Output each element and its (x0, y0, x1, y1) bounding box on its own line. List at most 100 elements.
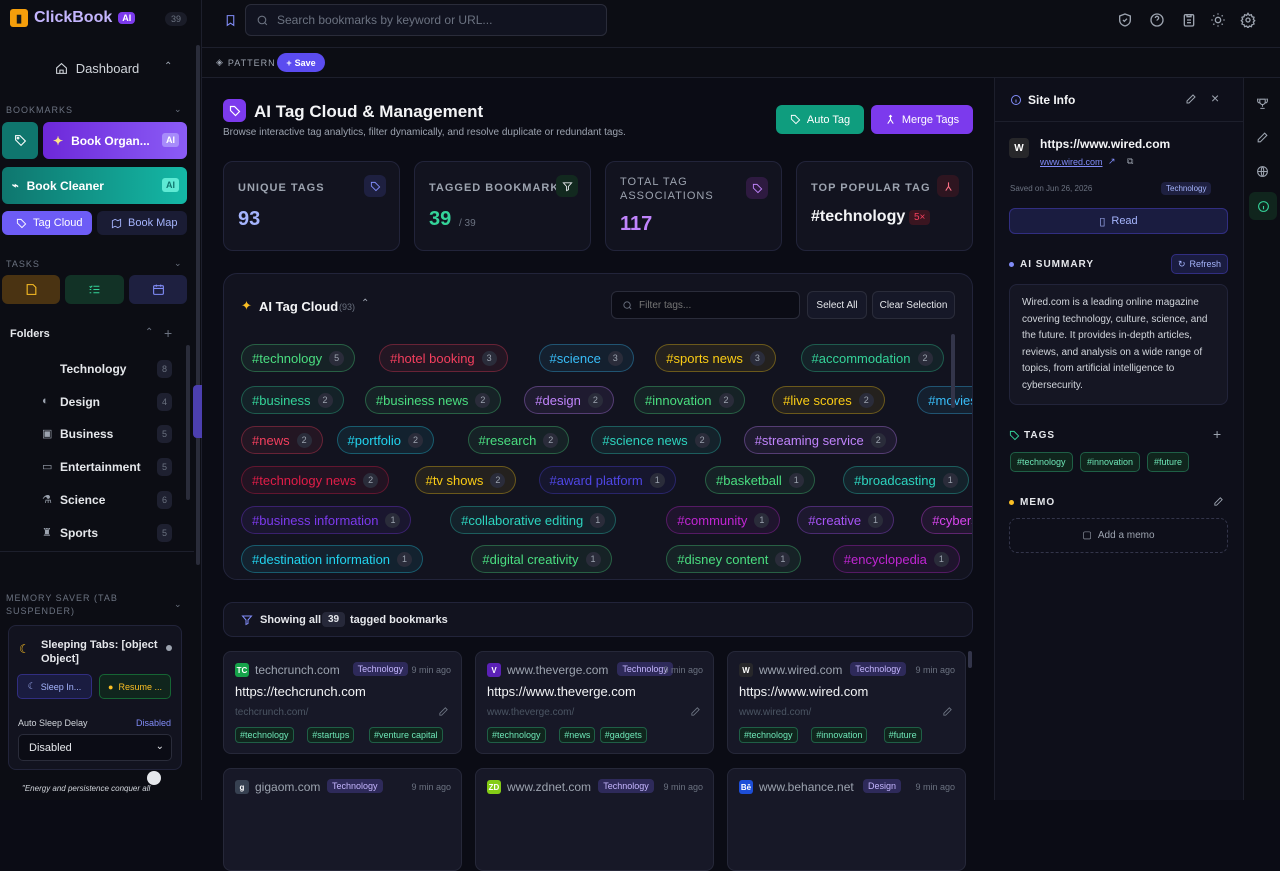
filter-tags-field[interactable] (611, 291, 800, 319)
tag-chip[interactable]: #business 2 (241, 386, 344, 414)
copy-icon[interactable]: ⧉ (1127, 156, 1133, 167)
tags-quick-button[interactable] (2, 122, 38, 159)
tag-chip[interactable]: #collaborative editing 1 (450, 506, 617, 534)
collapse-all-icon[interactable]: ⌃ (145, 327, 153, 338)
book-map-button[interactable]: Book Map (97, 211, 187, 235)
tag-chip[interactable]: #community 1 (666, 506, 781, 534)
site-tag[interactable]: #future (1147, 452, 1190, 472)
checklist-task-button[interactable] (65, 275, 124, 304)
tag-chip[interactable]: #sports news 3 (655, 344, 776, 372)
add-folder-icon[interactable]: + (164, 325, 172, 341)
app-logo[interactable]: ▮ ClickBook AI (10, 9, 136, 27)
add-memo-button[interactable]: ▢ Add a memo (1009, 518, 1228, 553)
main-scrollbar[interactable] (968, 651, 972, 668)
tag-chip[interactable]: #encyclopedia 1 (832, 545, 960, 573)
tag-chip[interactable]: #streaming service 2 (743, 426, 897, 454)
folder-badge[interactable]: Technology (1161, 182, 1212, 195)
read-button[interactable]: ▯ Read (1009, 208, 1228, 234)
chevron-down-icon[interactable]: ⌄ (174, 599, 182, 610)
tag-chip[interactable]: #research 2 (467, 426, 570, 454)
bookmark-url[interactable]: https://techcrunch.com (235, 684, 366, 699)
tag-chip[interactable]: #live scores 2 (772, 386, 885, 414)
category-badge[interactable]: Technology (352, 662, 409, 676)
save-pattern-button[interactable]: + Save (277, 53, 325, 72)
tag-chip[interactable]: #digital creativity 1 (471, 545, 612, 573)
tag-chip[interactable]: #award platform 1 (538, 466, 676, 494)
tag-chip[interactable]: #hotel booking 3 (379, 344, 508, 372)
category-badge[interactable]: Technology (327, 779, 383, 793)
folder-item[interactable]: ⚗ Science 6 (0, 487, 194, 513)
site-info-rail-button[interactable] (1249, 192, 1277, 220)
sidebar-scrollbar[interactable] (196, 45, 200, 565)
edit-icon[interactable] (1213, 496, 1224, 507)
bookmark-tag[interactable]: #technology (739, 727, 798, 743)
globe-icon[interactable] (1256, 165, 1269, 178)
search-bar[interactable] (245, 4, 607, 36)
add-tag-icon[interactable]: + (1213, 426, 1221, 442)
tag-chip[interactable]: #broadcasting 1 (843, 466, 969, 494)
tag-chip[interactable]: #basketball 1 (705, 466, 815, 494)
clear-selection-button[interactable]: Clear Selection (872, 291, 955, 319)
tag-chip[interactable]: #cybersecurity1 (921, 506, 972, 534)
category-badge[interactable]: Technology (850, 662, 906, 676)
clipboard-icon[interactable] (1181, 12, 1197, 28)
sleep-delay-select[interactable]: Disabled ⌄ (18, 734, 172, 761)
tag-chip[interactable]: #creative 1 (797, 506, 895, 534)
bookmark-tag[interactable]: #gadgets (599, 727, 647, 743)
shield-icon[interactable] (1117, 12, 1133, 28)
tag-chip[interactable]: #tv shows 2 (414, 466, 517, 494)
auto-tag-button[interactable]: Auto Tag (776, 105, 864, 134)
book-cleaner-button[interactable]: ⌁ Book Cleaner AI (2, 167, 187, 204)
bookmark-tag[interactable]: #future (883, 727, 922, 743)
folder-item[interactable]: ▭ Entertainment 5 (0, 454, 194, 480)
bookmark-tag[interactable]: #startups (307, 727, 355, 743)
edit-icon[interactable] (1185, 93, 1197, 105)
bookmark-card[interactable]: ZD www.zdnet.com Technology 9 min ago (475, 768, 714, 871)
bookmark-card[interactable]: g gigaom.com Technology 9 min ago (223, 768, 462, 871)
tag-cloud-scrollbar[interactable] (951, 334, 955, 408)
tag-chip[interactable]: #movies2 (917, 386, 972, 414)
edit-icon[interactable] (690, 706, 701, 717)
close-icon[interactable]: × (1211, 90, 1219, 106)
search-input[interactable] (277, 13, 597, 27)
site-url[interactable]: https://www.wired.com (1040, 137, 1170, 151)
collapse-up-icon[interactable]: ⌃ (164, 61, 172, 72)
pen-icon[interactable] (1256, 131, 1269, 144)
refresh-summary-button[interactable]: ↻ Refresh (1171, 254, 1228, 274)
tag-chip[interactable]: #design 2 (524, 386, 614, 414)
tag-chip[interactable]: #accommodation 2 (800, 344, 944, 372)
gear-icon[interactable] (1240, 12, 1256, 28)
folder-item[interactable]: ♜ Sports 5 (0, 520, 194, 546)
tag-chip[interactable]: #destination information 1 (241, 545, 424, 573)
tag-chip[interactable]: #business news 2 (364, 386, 502, 414)
sidebar-resize-handle[interactable] (193, 385, 202, 438)
select-all-button[interactable]: Select All (807, 291, 867, 319)
toggle-knob[interactable] (147, 771, 161, 785)
tag-chip[interactable]: #science news 2 (591, 426, 721, 454)
chevron-down-icon[interactable]: ⌄ (174, 104, 182, 115)
bookmark-url[interactable]: https://www.theverge.com (487, 684, 636, 699)
folder-item[interactable]: Technology 8 (0, 356, 194, 382)
sleep-in-button[interactable]: ☾ Sleep In... (17, 674, 92, 699)
bookmark-tag[interactable]: #venture capital (369, 727, 443, 743)
tag-chip[interactable]: #portfolio 2 (336, 426, 434, 454)
filter-tags-input[interactable] (639, 299, 789, 311)
chevron-down-icon[interactable]: ⌄ (174, 258, 182, 269)
tag-chip[interactable]: #science 3 (538, 344, 634, 372)
folder-item[interactable]: ◐ Design 4 (0, 389, 194, 415)
bookmark-card[interactable]: Bē www.behance.net Design 9 min ago (727, 768, 966, 871)
bookmark-icon[interactable] (224, 13, 237, 28)
bookmark-tag[interactable]: #news (559, 727, 596, 743)
bookmark-tag[interactable]: #technology (235, 727, 294, 743)
tag-chip[interactable]: #innovation 2 (634, 386, 745, 414)
site-domain-link[interactable]: www.wired.com (1040, 157, 1103, 167)
help-icon[interactable] (1149, 12, 1165, 28)
external-link-icon[interactable]: ↗ (1108, 156, 1116, 167)
bookmark-card[interactable]: W www.wired.com Technology 9 min ago http… (727, 651, 966, 754)
tag-chip[interactable]: #technology 5 (241, 344, 356, 372)
folders-scrollbar[interactable] (186, 345, 190, 500)
folder-item[interactable]: ▣ Business 5 (0, 421, 194, 447)
bookmark-tag[interactable]: #innovation (811, 727, 868, 743)
edit-icon[interactable] (438, 706, 449, 717)
bookmark-card[interactable]: V www.theverge.com Technology 9 min ago h… (475, 651, 714, 754)
